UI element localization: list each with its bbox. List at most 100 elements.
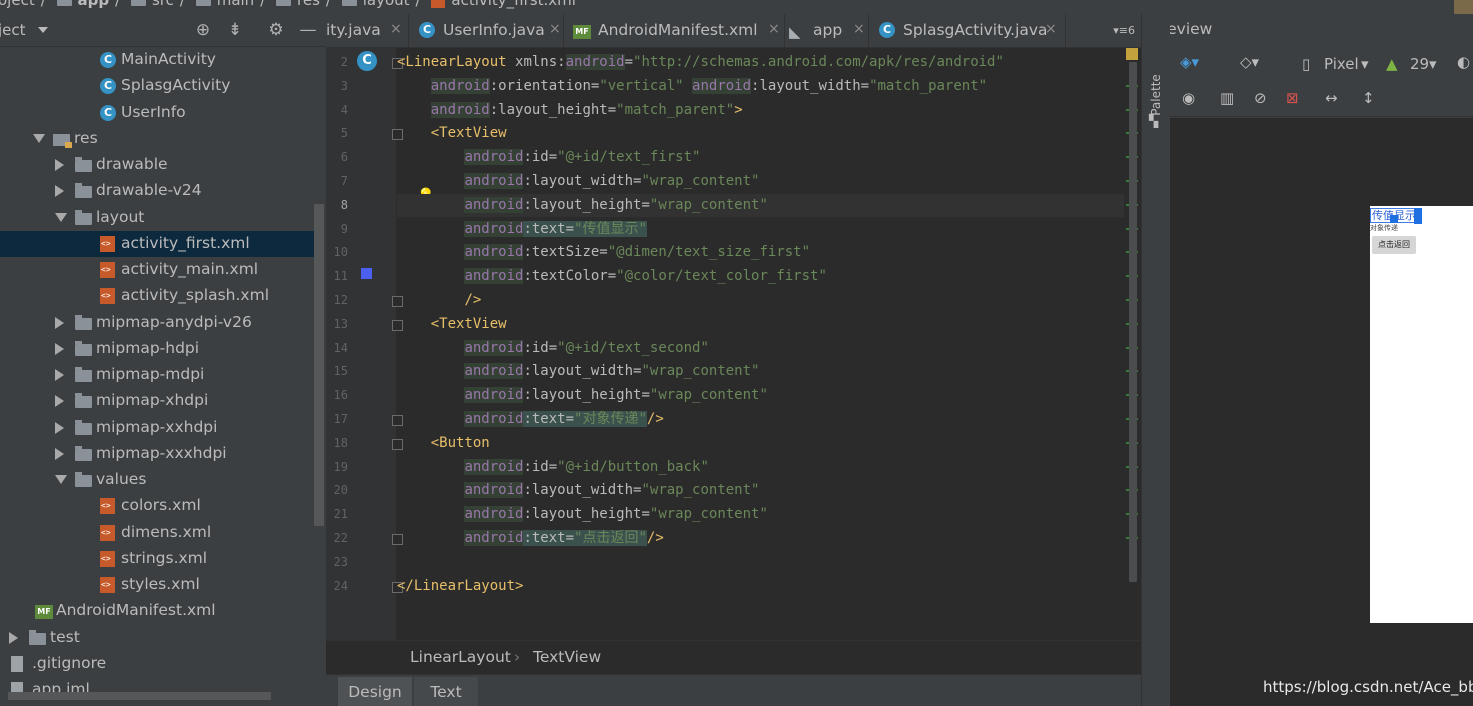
chevron-down-icon[interactable]: ▾ bbox=[1361, 55, 1369, 73]
phone-icon[interactable]: ▯ bbox=[1302, 55, 1310, 73]
tree-item[interactable]: activity_first.xml bbox=[0, 230, 316, 257]
breadcrumb-app[interactable]: app bbox=[78, 0, 110, 9]
magnet-off-icon[interactable]: ⊘ bbox=[1254, 89, 1267, 107]
tree-item[interactable]: C MainActivity bbox=[0, 47, 316, 73]
vertical-scrollbar[interactable] bbox=[314, 204, 324, 526]
tree-item[interactable]: mipmap-mdpi bbox=[0, 362, 316, 388]
theme-icon[interactable]: ◐ bbox=[1457, 53, 1470, 71]
tree-item[interactable]: activity_main.xml bbox=[0, 257, 316, 283]
tree-item[interactable]: res bbox=[0, 126, 316, 152]
chevron-down-icon[interactable] bbox=[38, 27, 48, 33]
code-line[interactable]: android:textColor="@color/text_color_fir… bbox=[397, 265, 827, 288]
code-line[interactable]: /> bbox=[397, 289, 481, 312]
minimize-icon[interactable]: — bbox=[298, 20, 318, 40]
code-line[interactable]: </LinearLayout> bbox=[397, 575, 523, 598]
tree-item[interactable]: mipmap-anydpi-v26 bbox=[0, 310, 316, 336]
tab-userinfo[interactable]: C UserInfo.java × bbox=[409, 14, 564, 47]
tree-item[interactable]: MF AndroidManifest.xml bbox=[0, 598, 316, 624]
code-line[interactable]: android:layout_width="wrap_content" bbox=[397, 479, 759, 502]
code-line[interactable]: <TextView bbox=[397, 122, 507, 145]
tab-first-activity[interactable]: ity.java × bbox=[326, 14, 409, 47]
blueprint-icon[interactable]: ▥ bbox=[1220, 89, 1234, 107]
close-icon[interactable]: × bbox=[768, 21, 780, 37]
tab-text[interactable]: Text bbox=[414, 677, 478, 706]
code-line[interactable]: android:layout_height="wrap_content" bbox=[397, 384, 768, 407]
preview-back-button[interactable]: 点击返回 bbox=[1372, 236, 1416, 254]
tree-item[interactable]: drawable bbox=[0, 152, 316, 178]
collapse-arrow-icon[interactable] bbox=[55, 316, 64, 329]
tree-item[interactable]: layout bbox=[0, 205, 316, 231]
code-line[interactable]: android:layout_height="wrap_content" bbox=[397, 193, 1127, 217]
collapse-arrow-icon[interactable] bbox=[55, 342, 64, 355]
tree-item[interactable]: C SplasgActivity bbox=[0, 73, 316, 99]
project-view-selector[interactable]: ject bbox=[0, 21, 26, 39]
collapse-arrow-icon[interactable] bbox=[55, 421, 64, 434]
locate-icon[interactable]: ⊕ bbox=[193, 20, 213, 40]
layers-icon[interactable]: ◈▾ bbox=[1180, 53, 1199, 71]
breadcrumb-file[interactable]: activity_first.xml bbox=[451, 0, 576, 9]
device-screen[interactable]: 传值显示 对象传递 点击返回 bbox=[1370, 206, 1473, 623]
tree-item[interactable]: dimens.xml bbox=[0, 520, 316, 546]
tree-item[interactable]: mipmap-xxxhdpi bbox=[0, 441, 316, 467]
tree-item[interactable]: mipmap-xhdpi bbox=[0, 388, 316, 414]
collapse-all-icon[interactable]: ⇟ bbox=[225, 20, 245, 40]
clear-constraints-icon[interactable]: ⊠ bbox=[1286, 89, 1299, 107]
tree-item[interactable]: drawable-v24 bbox=[0, 178, 316, 204]
tree-item[interactable]: .gitignore bbox=[0, 651, 316, 677]
tree-item[interactable]: test bbox=[0, 625, 316, 651]
close-icon[interactable]: × bbox=[853, 21, 865, 37]
chevron-down-icon[interactable]: ▾ bbox=[1429, 55, 1437, 73]
expand-arrow-icon[interactable] bbox=[33, 133, 45, 143]
breadcrumb-layout[interactable]: layout bbox=[363, 0, 410, 9]
selection-handle[interactable] bbox=[1414, 216, 1422, 224]
collapse-arrow-icon[interactable] bbox=[55, 369, 64, 381]
breadcrumb-src[interactable]: src bbox=[152, 0, 174, 9]
close-icon[interactable]: × bbox=[1045, 21, 1057, 37]
selection-handle[interactable] bbox=[1414, 208, 1422, 216]
gear-icon[interactable]: ⚙ bbox=[266, 20, 286, 40]
api-level-selector[interactable]: 29 bbox=[1410, 55, 1429, 73]
expand-arrow-icon[interactable] bbox=[55, 212, 67, 222]
editor-scrollbar[interactable] bbox=[1129, 62, 1137, 582]
code-line[interactable]: android:layout_height="wrap_content" bbox=[397, 503, 768, 526]
design-canvas[interactable]: 传值显示 对象传递 点击返回 bbox=[1170, 118, 1473, 706]
component-tree-icon[interactable]: ▚ bbox=[1149, 114, 1163, 128]
collapse-arrow-icon[interactable] bbox=[55, 159, 64, 171]
breadcrumb-main[interactable]: main bbox=[217, 0, 254, 9]
collapse-arrow-icon[interactable] bbox=[55, 185, 64, 198]
tab-app-module[interactable]: ◣ app × bbox=[785, 14, 869, 47]
tree-item[interactable]: values bbox=[0, 467, 316, 493]
code-line[interactable]: android:text="传值显示" bbox=[397, 218, 647, 241]
tree-item[interactable]: styles.xml bbox=[0, 572, 316, 598]
expand-vertical-icon[interactable]: ↕ bbox=[1362, 89, 1375, 107]
tree-item[interactable]: mipmap-hdpi bbox=[0, 336, 316, 362]
tab-design[interactable]: Design bbox=[338, 677, 412, 706]
code-line[interactable]: <LinearLayout xmlns:android="http://sche… bbox=[397, 51, 1004, 74]
code-line[interactable]: android:id="@+id/text_second" bbox=[397, 337, 709, 360]
tab-android-manifest[interactable]: MF AndroidManifest.xml × bbox=[564, 14, 785, 47]
warning-indicator-icon[interactable] bbox=[1126, 48, 1138, 60]
close-icon[interactable]: × bbox=[390, 21, 402, 37]
selection-handle[interactable] bbox=[1390, 215, 1398, 223]
color-swatch-icon[interactable] bbox=[361, 268, 372, 279]
collapse-arrow-icon[interactable] bbox=[55, 395, 64, 408]
tab-splasg-activity[interactable]: C SplasgActivity.java × bbox=[869, 14, 1066, 47]
code-line[interactable]: android:text="对象传递"/> bbox=[397, 408, 664, 431]
collapse-arrow-icon[interactable] bbox=[55, 447, 64, 460]
code-line[interactable]: <TextView bbox=[397, 313, 507, 336]
code-line[interactable]: android:layout_width="wrap_content" bbox=[397, 170, 759, 193]
tab-overflow-menu[interactable]: ▾≡6 bbox=[1113, 24, 1135, 37]
eye-icon[interactable]: ◉ bbox=[1182, 89, 1195, 107]
code-line[interactable]: <Button bbox=[397, 432, 490, 455]
code-line[interactable]: android:layout_width="wrap_content" bbox=[397, 360, 759, 383]
breadcrumb-res[interactable]: res bbox=[297, 0, 320, 9]
tree-item[interactable]: strings.xml bbox=[0, 546, 316, 572]
collapse-arrow-icon[interactable] bbox=[9, 631, 18, 644]
expand-horizontal-icon[interactable]: ↔ bbox=[1325, 89, 1338, 107]
breadcrumb-linearlayout[interactable]: LinearLayout bbox=[410, 648, 511, 666]
code-line[interactable]: android:layout_height="match_parent"> bbox=[397, 99, 743, 122]
code-line[interactable]: android:text="点击返回"/> bbox=[397, 527, 664, 550]
breadcrumb-project[interactable]: oject bbox=[0, 0, 35, 9]
tree-item[interactable]: mipmap-xxhdpi bbox=[0, 415, 316, 441]
expand-arrow-icon[interactable] bbox=[55, 475, 67, 484]
